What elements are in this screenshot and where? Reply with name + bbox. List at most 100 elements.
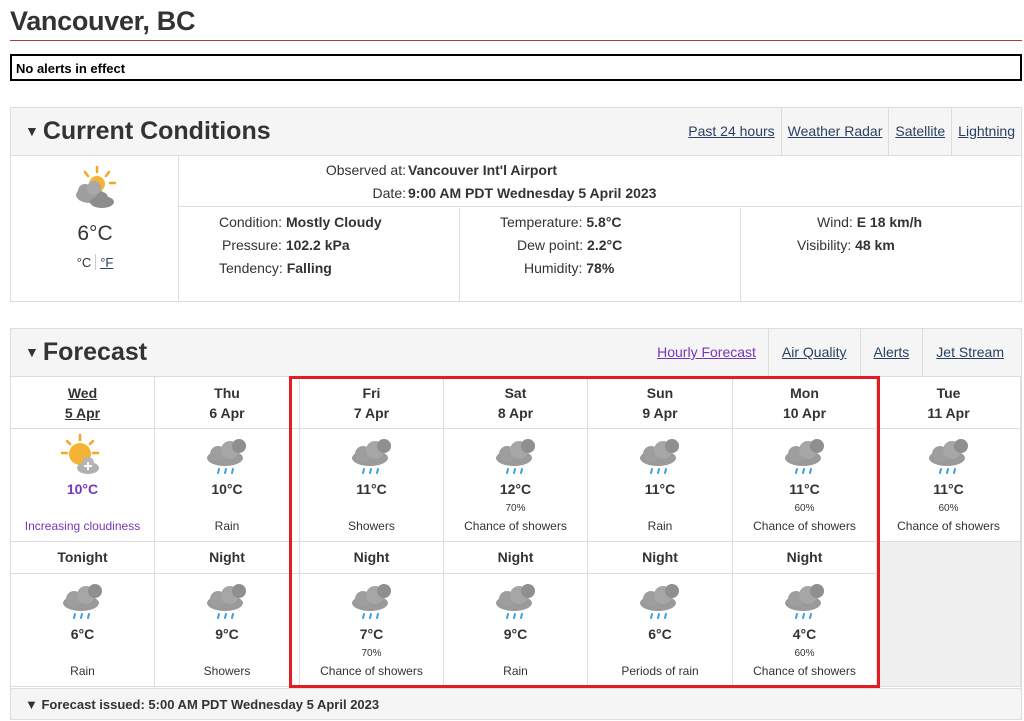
date-label: Date:	[372, 185, 406, 201]
day-date: 6 Apr	[209, 405, 245, 421]
rain-icon	[349, 578, 395, 627]
current-conditions-header: ▼ Current Conditions Past 24 hours Weathe…	[11, 108, 1021, 156]
day-summary: Chance of showers	[464, 519, 567, 533]
night-summary: Rain	[503, 664, 528, 678]
night-summary: Rain	[70, 664, 95, 678]
day-forecast-fri[interactable]: 11°C Showers	[300, 429, 444, 542]
day-summary: Rain	[214, 519, 240, 533]
dew-point-label: Dew point:	[517, 237, 584, 253]
pressure-value: 102.2 kPa	[285, 237, 350, 253]
temperature-label: Temperature:	[500, 214, 583, 230]
air-quality-link[interactable]: Air Quality	[767, 329, 860, 376]
current-temperature: 6°C	[77, 222, 113, 245]
day-pop: 60%	[938, 503, 959, 514]
day-forecast-thu[interactable]: 10°C Rain	[155, 429, 300, 542]
lightning-link[interactable]: Lightning	[951, 108, 1021, 155]
rain-icon	[782, 433, 828, 482]
day-header-thu: Thu 6 Apr	[155, 377, 300, 429]
day-pop: 60%	[794, 503, 815, 514]
night-forecast[interactable]: 6°C Rain	[11, 574, 155, 687]
visibility-value: 48 km	[855, 237, 895, 253]
forecast-toggle[interactable]: ▼ Forecast	[25, 338, 147, 367]
day-summary: Increasing cloudiness	[24, 519, 141, 533]
current-conditions-toggle[interactable]: ▼ Current Conditions	[25, 117, 271, 146]
day-pop: 70%	[505, 503, 526, 514]
night-header: Night	[733, 542, 877, 574]
night-pop: 60%	[794, 648, 815, 659]
tendency-label: Tendency:	[219, 260, 283, 276]
current-conditions-panel: ▼ Current Conditions Past 24 hours Weathe…	[10, 107, 1022, 302]
day-date: 10 Apr	[782, 405, 827, 421]
day-header-sat: Sat 8 Apr	[444, 377, 588, 429]
day-forecast-mon[interactable]: 11°C 60% Chance of showers	[733, 429, 877, 542]
night-pop: 70%	[361, 648, 382, 659]
day-date: 5 Apr	[64, 405, 101, 421]
day-date: 7 Apr	[353, 405, 390, 421]
page-title: Vancouver, BC	[10, 6, 196, 36]
day-high-temp: 11°C	[644, 481, 676, 497]
day-summary: Rain	[647, 519, 673, 533]
alerts-link[interactable]: Alerts	[859, 329, 923, 376]
day-name: Sat	[504, 385, 527, 401]
day-summary: Showers	[348, 519, 395, 533]
rain-icon	[60, 578, 106, 627]
caret-down-icon: ▼	[25, 123, 39, 139]
night-forecast[interactable]: 7°C 70% Chance of showers	[300, 574, 444, 687]
hourly-forecast-link[interactable]: Hourly Forecast	[645, 329, 768, 376]
mostly-cloudy-icon	[69, 165, 119, 215]
night-low-temp: 7°C	[359, 626, 384, 642]
day-forecast-sat[interactable]: 12°C 70% Chance of showers	[444, 429, 588, 542]
rain-icon	[493, 578, 539, 627]
night-summary: Periods of rain	[621, 664, 699, 678]
day-summary: Chance of showers	[897, 519, 1000, 533]
pressure-label: Pressure:	[222, 237, 282, 253]
forecast-header: ▼ Forecast Hourly Forecast Air Quality Al…	[11, 329, 1021, 377]
night-forecast[interactable]: 9°C Rain	[444, 574, 588, 687]
night-header: Tonight	[11, 542, 155, 574]
condition-label: Condition:	[219, 214, 283, 230]
forecast-issued[interactable]: ▼ Forecast issued: 5:00 AM PDT Wednesday…	[10, 688, 1022, 720]
rain-icon	[493, 433, 539, 482]
current-conditions-title: Current Conditions	[42, 117, 271, 145]
night-forecast[interactable]: 4°C 60% Chance of showers	[733, 574, 877, 687]
dew-point-value: 2.2°C	[587, 237, 623, 253]
day-name: Mon	[790, 385, 819, 401]
jet-stream-link[interactable]: Jet Stream	[922, 329, 1021, 376]
night-header: Night	[588, 542, 733, 574]
night-forecast[interactable]: 9°C Showers	[155, 574, 300, 687]
day-high-temp: 10°C	[211, 481, 243, 497]
night-forecast[interactable]: 6°C Periods of rain	[588, 574, 733, 687]
satellite-link[interactable]: Satellite	[888, 108, 951, 155]
caret-down-icon: ▼	[25, 344, 39, 360]
visibility-label: Visibility:	[797, 237, 852, 253]
forecast-issued-text: Forecast issued: 5:00 AM PDT Wednesday 5…	[41, 697, 380, 712]
humidity-value: 78%	[586, 260, 615, 276]
humidity-label: Humidity:	[524, 260, 583, 276]
day-name: Fri	[362, 385, 381, 401]
night-low-temp: 6°C	[648, 626, 672, 642]
night-summary: Showers	[203, 664, 251, 678]
rain-icon	[637, 433, 683, 482]
forecast-title: Forecast	[42, 338, 148, 366]
weather-radar-link[interactable]: Weather Radar	[780, 108, 889, 155]
night-header: Night	[300, 542, 444, 574]
rain-icon	[204, 578, 250, 627]
night-summary: Chance of showers	[320, 664, 423, 678]
day-date: 9 Apr	[642, 405, 678, 421]
rain-icon	[349, 433, 395, 482]
night-header: Night	[155, 542, 300, 574]
past-24-hours-link[interactable]: Past 24 hours	[682, 108, 780, 155]
fahrenheit-link[interactable]: °F	[100, 255, 113, 270]
day-forecast-sun[interactable]: 11°C Rain	[588, 429, 733, 542]
date-value: 9:00 AM PDT Wednesday 5 April 2023	[408, 185, 657, 201]
night-summary: Chance of showers	[753, 664, 856, 678]
celsius-unit: °C	[76, 255, 92, 270]
day-forecast-tue[interactable]: 11°C 60% Chance of showers	[877, 429, 1021, 542]
day-header-mon: Mon 10 Apr	[733, 377, 877, 429]
day-high-temp: 11°C	[789, 481, 820, 497]
rain-icon	[204, 433, 250, 482]
day-forecast-wed[interactable]: 10°C Increasing cloudiness	[11, 429, 155, 542]
empty-night-cell	[877, 542, 1021, 687]
day-high-temp: 11°C	[356, 481, 387, 497]
wind-value: E 18 km/h	[856, 214, 923, 230]
